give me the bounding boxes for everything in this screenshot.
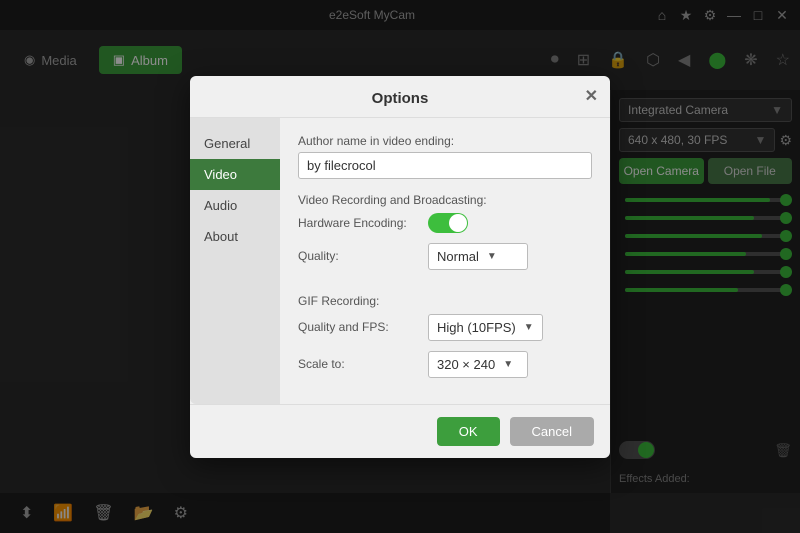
quality-arrow-icon: ▼ [487, 251, 497, 262]
author-label: Author name in video ending: [298, 134, 592, 148]
scale-label: Scale to: [298, 357, 428, 371]
quality-select[interactable]: Normal ▼ [428, 243, 528, 270]
dialog-title: Options [372, 90, 429, 107]
quality-label: Quality: [298, 249, 428, 263]
sidebar-item-about[interactable]: About [190, 221, 280, 252]
gif-quality-row: Quality and FPS: High (10FPS) ▼ [298, 314, 592, 341]
gif-section: GIF Recording: Quality and FPS: High (10… [298, 294, 592, 388]
cancel-button[interactable]: Cancel [510, 417, 594, 446]
sidebar-item-general[interactable]: General [190, 128, 280, 159]
scale-value: 320 × 240 [437, 357, 495, 372]
gif-quality-label: Quality and FPS: [298, 320, 428, 334]
gif-section-label: GIF Recording: [298, 294, 592, 308]
hardware-encoding-toggle[interactable] [428, 213, 468, 233]
gif-quality-value: High (10FPS) [437, 320, 516, 335]
dialog-footer: OK Cancel [190, 404, 610, 458]
dialog-content: Author name in video ending: Video Recor… [280, 118, 610, 404]
dialog-sidebar: General Video Audio About [190, 118, 280, 404]
dialog-overlay: Options ✕ General Video Audio About [0, 0, 800, 533]
scale-select[interactable]: 320 × 240 ▼ [428, 351, 528, 378]
dialog-close-button[interactable]: ✕ [585, 86, 598, 106]
gif-quality-arrow-icon: ▼ [524, 322, 534, 333]
sidebar-item-audio[interactable]: Audio [190, 190, 280, 221]
author-section: Author name in video ending: [298, 134, 592, 179]
video-section: Video Recording and Broadcasting: Hardwa… [298, 193, 592, 280]
gif-quality-select[interactable]: High (10FPS) ▼ [428, 314, 543, 341]
sidebar-item-video[interactable]: Video [190, 159, 280, 190]
ok-button[interactable]: OK [437, 417, 500, 446]
options-dialog: Options ✕ General Video Audio About [190, 76, 610, 458]
author-input[interactable] [298, 152, 592, 179]
quality-row: Quality: Normal ▼ [298, 243, 592, 270]
dialog-body: General Video Audio About Author name in… [190, 118, 610, 404]
quality-value: Normal [437, 249, 479, 264]
hardware-encoding-row: Hardware Encoding: [298, 213, 592, 233]
video-section-label: Video Recording and Broadcasting: [298, 193, 592, 207]
scale-row: Scale to: 320 × 240 ▼ [298, 351, 592, 378]
scale-arrow-icon: ▼ [503, 359, 513, 370]
dialog-header: Options ✕ [190, 76, 610, 118]
hardware-encoding-label: Hardware Encoding: [298, 216, 428, 230]
